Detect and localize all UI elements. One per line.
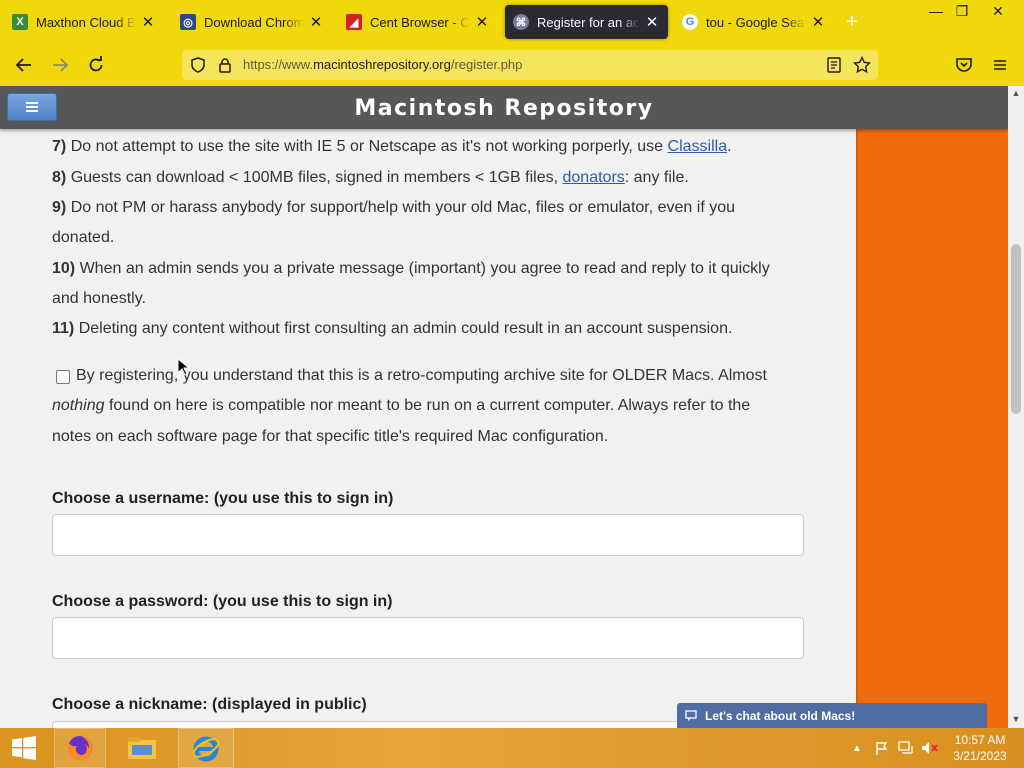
taskbar: ▲ 10:57 AM 3/21/2023: [0, 728, 1024, 768]
rule-7: 7) Do not attempt to use the site with I…: [52, 138, 732, 155]
agree-checkbox[interactable]: [56, 370, 70, 384]
show-hidden-icons-icon[interactable]: ▲: [848, 728, 866, 768]
lock-icon[interactable]: [218, 57, 232, 73]
rule-8: 8) Guests can download < 100MB files, si…: [52, 169, 689, 186]
tab-title: Maxthon Cloud Brow: [36, 14, 136, 30]
navigation-bar: https://www.macintoshrepository.org/regi…: [0, 44, 1024, 86]
close-tab-icon[interactable]: ✕: [308, 13, 324, 31]
maxthon-icon: X: [12, 14, 28, 30]
site-title: Macintosh Repository: [354, 96, 654, 121]
back-button[interactable]: [12, 53, 36, 77]
agree-text-line3: notes on each software page for that spe…: [52, 428, 609, 445]
start-button[interactable]: [6, 728, 42, 768]
mouse-cursor-icon: [177, 358, 189, 376]
scroll-thumb[interactable]: [1011, 244, 1021, 414]
tab-cent-browser[interactable]: ◢ Cent Browser - Скач ✕: [338, 5, 498, 39]
tab-title: Download Chromodo: [204, 14, 304, 30]
reader-view-icon[interactable]: [827, 57, 841, 73]
action-center-flag-icon[interactable]: [872, 728, 892, 768]
forward-arrow-icon: [53, 58, 69, 72]
network-icon[interactable]: [896, 728, 916, 768]
bookmark-star-icon[interactable]: [853, 56, 871, 74]
scroll-up-arrow-icon[interactable]: ▲: [1008, 86, 1024, 100]
scroll-down-arrow-icon[interactable]: ▼: [1008, 712, 1024, 726]
tab-title: Register for an accou: [537, 14, 640, 30]
donators-link[interactable]: donators: [563, 169, 625, 186]
pocket-button[interactable]: [952, 53, 976, 77]
password-label: Choose a password: (you use this to sign…: [52, 593, 393, 610]
url-text[interactable]: https://www.macintoshrepository.org/regi…: [243, 57, 522, 72]
internet-explorer-icon: [192, 736, 220, 762]
shield-icon[interactable]: [190, 57, 206, 73]
tab-strip: X Maxthon Cloud Brow ✕ ◎ Download Chromo…: [0, 0, 1024, 44]
chat-widget[interactable]: Let's chat about old Macs!: [677, 703, 987, 728]
clock-time: 10:57 AM: [954, 733, 1006, 747]
rule-10: 10) When an admin sends you a private me…: [52, 260, 770, 277]
site-header: Macintosh Repository: [0, 86, 1008, 129]
chat-icon: [685, 709, 697, 721]
rule-10-cont: and honestly.: [52, 290, 146, 307]
firefox-icon: [67, 736, 92, 760]
pocket-icon: [956, 58, 972, 72]
vertical-scrollbar[interactable]: ▲ ▼: [1008, 86, 1024, 728]
rule-9: 9) Do not PM or harass anybody for suppo…: [52, 199, 736, 216]
back-arrow-icon: [15, 58, 31, 72]
chromodo-icon: ◎: [180, 14, 196, 30]
tab-title: Cent Browser - Скач: [370, 14, 470, 30]
tab-google-search[interactable]: G tou - Google Search ✕: [674, 5, 834, 39]
close-tab-icon[interactable]: ✕: [810, 13, 826, 31]
reload-button[interactable]: [84, 53, 108, 77]
new-tab-button[interactable]: +: [846, 12, 858, 32]
app-menu-button[interactable]: [988, 53, 1012, 77]
volume-muted-icon[interactable]: [920, 728, 940, 768]
chat-label: Let's chat about old Macs!: [705, 708, 856, 723]
forward-button[interactable]: [48, 53, 72, 77]
hamburger-menu-icon: [994, 60, 1006, 70]
system-clock[interactable]: 10:57 AM 3/21/2023: [950, 732, 1010, 764]
file-explorer-icon: [128, 737, 156, 759]
web-page: Macintosh Repository 7) Do not attempt t…: [0, 86, 1008, 728]
tab-register[interactable]: ⌘ Register for an accou ✕: [505, 5, 668, 39]
username-label: Choose a username: (you use this to sign…: [52, 490, 394, 507]
macrepo-icon: ⌘: [513, 14, 529, 30]
tab-maxthon[interactable]: X Maxthon Cloud Brow ✕: [4, 5, 164, 39]
close-tab-icon[interactable]: ✕: [644, 13, 660, 31]
rule-11: 11) Deleting any content without first c…: [52, 320, 733, 337]
taskbar-firefox[interactable]: [54, 728, 106, 768]
register-content: 7) Do not attempt to use the site with I…: [0, 129, 856, 728]
close-window-button[interactable]: ✕: [982, 0, 1014, 22]
reload-icon: [89, 56, 103, 72]
nickname-label: Choose a nickname: (displayed in public): [52, 696, 367, 713]
google-icon: G: [682, 14, 698, 30]
rule-9-cont: donated.: [52, 229, 115, 246]
close-tab-icon[interactable]: ✕: [140, 13, 156, 31]
classilla-link[interactable]: Classilla: [668, 138, 728, 155]
url-prefix: https://www.: [243, 57, 314, 72]
taskbar-internet-explorer[interactable]: [178, 728, 234, 768]
windows-logo-icon: [12, 736, 36, 760]
clock-date: 3/21/2023: [953, 749, 1007, 763]
tab-chromodo[interactable]: ◎ Download Chromodo ✕: [172, 5, 332, 39]
close-tab-icon[interactable]: ✕: [474, 13, 490, 31]
url-domain: macintoshrepository.org: [313, 57, 451, 72]
cent-icon: ◢: [346, 14, 362, 30]
taskbar-file-explorer[interactable]: [116, 728, 168, 768]
url-path: /register.php: [450, 57, 523, 72]
tab-title: tou - Google Search: [706, 14, 806, 30]
restore-button[interactable]: ❐: [946, 0, 978, 22]
username-input[interactable]: [52, 514, 804, 556]
password-input[interactable]: [52, 617, 804, 659]
agree-text-line2: nothing found on here is compatible nor …: [52, 397, 751, 414]
address-bar[interactable]: https://www.macintoshrepository.org/regi…: [182, 50, 878, 80]
